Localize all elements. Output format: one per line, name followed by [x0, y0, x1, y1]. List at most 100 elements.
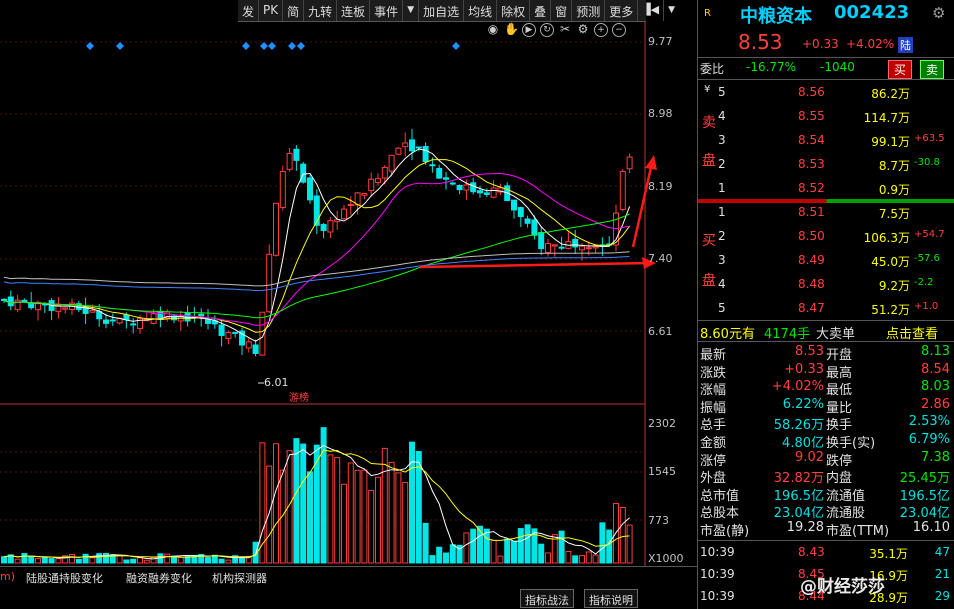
tb-ma[interactable]: 均线	[464, 0, 498, 21]
stat-value: 6.22%	[782, 396, 824, 412]
stat-label: 涨幅	[700, 383, 727, 399]
candle-body	[273, 202, 279, 256]
volume-bar	[21, 553, 28, 564]
stat-value: 25.45万	[899, 471, 950, 487]
price-tick: 8.98	[648, 107, 673, 120]
buy-level: 5	[718, 301, 726, 315]
candle-body	[538, 232, 545, 250]
candle-body	[436, 167, 443, 179]
big-order-link[interactable]: 点击查看	[886, 323, 938, 342]
volume-bar	[361, 469, 368, 564]
tb-event-dropdown[interactable]: ▼	[403, 0, 420, 21]
tb-exright[interactable]: 除权	[497, 0, 531, 21]
sell-level: 4	[718, 109, 726, 123]
event-marker-icon[interactable]	[116, 42, 124, 50]
tb-pk[interactable]: PK	[259, 0, 284, 21]
zoom-in-icon[interactable]: +	[594, 23, 608, 37]
volume-bar	[313, 444, 320, 564]
candle-body	[279, 170, 286, 209]
tb-lianban[interactable]: 连板	[337, 0, 371, 21]
stat-row: 最新 8.53 开盘 8.13	[698, 344, 954, 363]
scissors-icon[interactable]: ✂	[558, 23, 572, 37]
zoom-out-icon[interactable]: −	[612, 23, 626, 37]
tb-jiuzhuan[interactable]: 九转	[304, 0, 338, 21]
event-marker-icon[interactable]	[86, 42, 94, 50]
volume-bar	[368, 489, 375, 564]
volume-bar	[341, 483, 347, 564]
volume-bar	[164, 553, 171, 564]
tab-margin[interactable]: 融资融券变化	[126, 570, 192, 586]
candle-body	[558, 246, 565, 249]
tick-price: 8.43	[798, 545, 825, 559]
buy-level-row[interactable]: 3 8.49 45.0万 -57.6	[698, 253, 954, 270]
sell-volume: 0.9万	[878, 183, 910, 197]
event-marker-icon[interactable]	[242, 42, 250, 50]
event-marker-icon[interactable]	[288, 42, 296, 50]
volume-bar	[477, 525, 483, 564]
event-marker-icon[interactable]	[268, 42, 276, 50]
event-marker-icon[interactable]	[260, 42, 268, 50]
watermark: @财经莎莎	[800, 577, 885, 597]
tab-hk-connect[interactable]: 陆股通持股变化	[26, 570, 103, 586]
candle-body	[89, 310, 96, 313]
stat-value: 8.13	[921, 344, 950, 359]
buy-level-row[interactable]: 1 8.51 7.5万	[698, 205, 954, 222]
tb-add-watchlist[interactable]: 加自选	[419, 0, 465, 21]
tb-overlay[interactable]: 叠	[530, 0, 552, 21]
settings-gear-icon[interactable]: ⚙	[932, 4, 945, 22]
candle-body	[109, 319, 116, 322]
weibi-label: 委比	[700, 62, 725, 76]
tab-institution[interactable]: 机构探测器	[212, 570, 267, 586]
buy-level-row[interactable]: 2 8.50 106.3万 +54.7	[698, 229, 954, 246]
hand-icon[interactable]: ✋	[504, 23, 519, 37]
buy-level-row[interactable]: 5 8.47 51.2万 +1.0	[698, 301, 954, 318]
tb-event[interactable]: 事件	[370, 0, 404, 21]
candle-body	[511, 199, 517, 211]
sell-button[interactable]: 卖	[920, 60, 945, 79]
tick-row: 10:39 8.43 35.1万 47	[698, 545, 954, 562]
play-icon[interactable]: ▶	[522, 23, 536, 37]
stat-value: 6.79%	[908, 432, 950, 447]
candle-body	[517, 207, 524, 217]
tb-fa[interactable]: 发	[238, 0, 260, 21]
tb-window[interactable]: 窗	[551, 0, 573, 21]
stat-row: 总股本 23.04亿 流通股 23.04亿	[698, 502, 954, 521]
event-tag[interactable]: 游榜	[289, 389, 309, 404]
event-marker-icon[interactable]	[452, 42, 460, 50]
candle-body	[572, 238, 579, 248]
refresh-icon[interactable]: ↻	[540, 23, 554, 37]
stat-row: 涨跌 +0.33 最高 8.54	[698, 362, 954, 381]
stat-label: 流通值	[826, 488, 866, 504]
indicator-strategy-button[interactable]: 指标战法	[520, 589, 574, 608]
event-marker-icon[interactable]	[297, 42, 305, 50]
tb-simple[interactable]: 简	[283, 0, 305, 21]
tb-menu[interactable]: ▼	[664, 0, 679, 21]
indicator-help-button[interactable]: 指标说明	[584, 589, 638, 608]
big-order-row[interactable]: 8.60元有 4174手 大卖单 点击查看	[698, 323, 954, 342]
volume-tick: 1545	[648, 465, 676, 478]
buy-level-row[interactable]: 4 8.48 9.2万 -2.2	[698, 277, 954, 294]
caret-down-icon: ▼	[668, 5, 676, 15]
buy-price: 8.47	[798, 301, 825, 315]
volume-bar	[443, 552, 449, 564]
candle-body	[307, 177, 313, 201]
sell-level-row[interactable]: 3 8.54 99.1万 +63.5	[698, 133, 954, 150]
tb-more[interactable]: 更多	[605, 0, 639, 21]
kline-chart[interactable]	[0, 0, 697, 566]
eye-icon[interactable]: ◉	[486, 23, 500, 37]
tick-count: 21	[934, 567, 950, 581]
volume-bar	[123, 559, 130, 564]
tb-forecast[interactable]: 预测	[572, 0, 606, 21]
sell-level-row[interactable]: 1 8.52 0.9万	[698, 181, 954, 198]
sell-level-row[interactable]: 5 8.56 86.2万	[698, 85, 954, 102]
sell-level-row[interactable]: 4 8.55 114.7万	[698, 109, 954, 126]
sell-volume: 99.1万	[871, 135, 910, 149]
gear-icon[interactable]: ⚙	[576, 23, 590, 37]
sell-level-row[interactable]: 2 8.53 8.7万 -30.8	[698, 157, 954, 174]
buy-button[interactable]: 买	[888, 60, 913, 79]
tb-export[interactable]: ▐◀	[638, 0, 665, 21]
volume-bar	[490, 539, 497, 564]
stat-label: 最低	[826, 383, 853, 399]
sell-vol-change: +63.5	[914, 133, 945, 144]
tab-scroll-left[interactable]: m)	[0, 570, 15, 583]
